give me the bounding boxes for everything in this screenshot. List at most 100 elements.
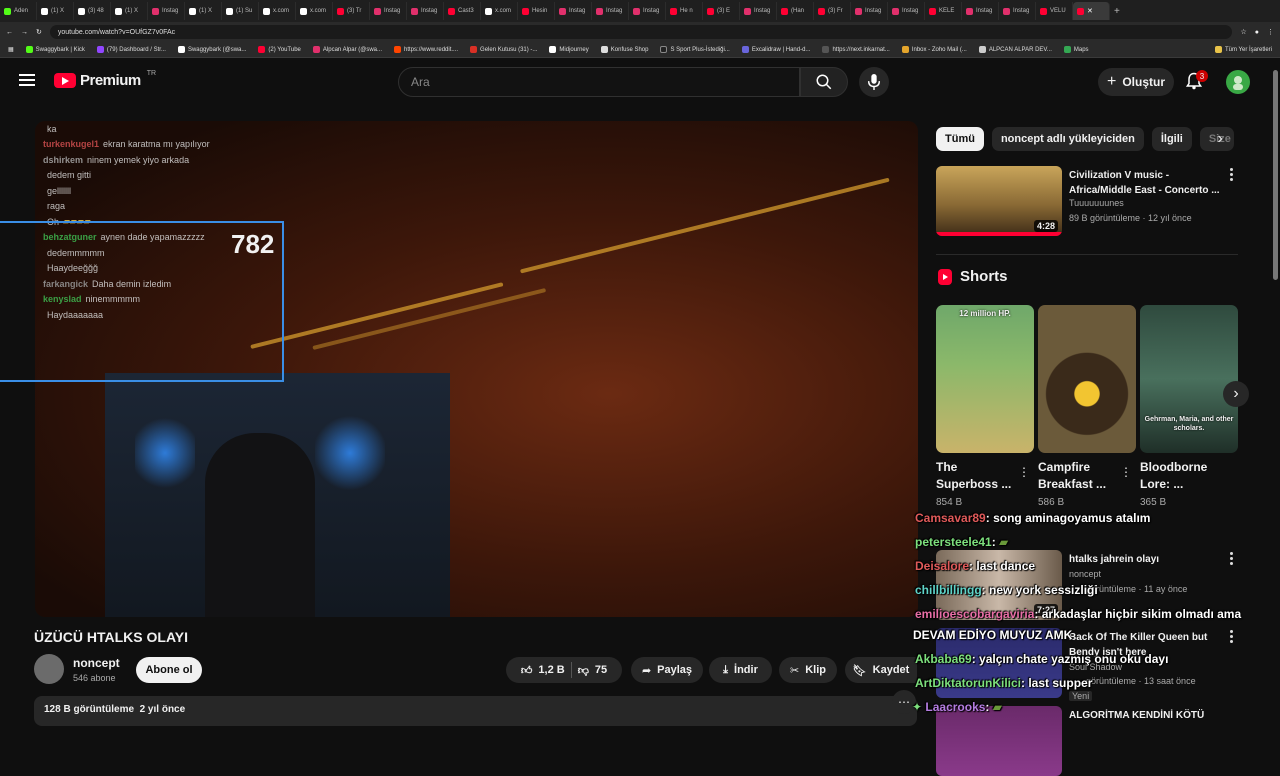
- search-button[interactable]: [800, 67, 848, 97]
- browser-tab[interactable]: (Han: [777, 2, 814, 20]
- bookmark-star-icon[interactable]: ☆: [1240, 28, 1246, 36]
- channel-name[interactable]: noncept: [73, 656, 120, 670]
- bookmark-item[interactable]: Gelen Kutusu (31) -...: [470, 46, 537, 53]
- more-icon[interactable]: [1230, 168, 1234, 182]
- dislike-button[interactable]: 👎︎ 75: [578, 664, 607, 677]
- browser-tab[interactable]: KELE: [925, 2, 962, 20]
- bookmark-item[interactable]: https://next.inkarnat...: [822, 46, 890, 53]
- browser-tab[interactable]: x.com: [259, 2, 296, 20]
- reload-icon[interactable]: ↻: [36, 28, 42, 36]
- browser-tab[interactable]: (3) Tr: [333, 2, 370, 20]
- bookmark-item[interactable]: https://www.reddit....: [394, 46, 458, 53]
- more-icon[interactable]: ⋮: [1120, 465, 1132, 479]
- bookmark-item[interactable]: (2) YouTube: [258, 46, 301, 53]
- short-title[interactable]: Campfire Breakfast ...: [1038, 459, 1118, 493]
- browser-tab[interactable]: Instag: [370, 2, 407, 20]
- profile-icon[interactable]: ●: [1255, 29, 1259, 36]
- chips-next-button[interactable]: ›: [1208, 127, 1232, 151]
- bookmark-item[interactable]: (79) Dashboard / Str...: [96, 46, 166, 53]
- browser-tab[interactable]: Instag: [407, 2, 444, 20]
- address-bar[interactable]: youtube.com/watch?v=OUfGZ7v0FAc: [49, 25, 1233, 39]
- apps-icon[interactable]: ▦: [8, 46, 14, 53]
- voice-search-button[interactable]: [859, 67, 889, 97]
- video-channel[interactable]: noncept: [1069, 569, 1101, 579]
- all-bookmarks[interactable]: Tüm Yer İşaretleri: [1214, 46, 1272, 53]
- browser-tab[interactable]: (1) X: [111, 2, 148, 20]
- chip-from-uploader[interactable]: noncept adlı yükleyiciden: [991, 127, 1144, 151]
- close-tab-icon[interactable]: ✕: [1087, 7, 1093, 15]
- bookmark-item[interactable]: Alpcan Alpar (@swa...: [312, 46, 382, 53]
- bookmark-item[interactable]: Midjourney: [549, 46, 589, 53]
- browser-tab[interactable]: Instag: [148, 2, 185, 20]
- bookmark-item[interactable]: S Sport Plus-İstediği...: [660, 46, 730, 53]
- bookmark-item[interactable]: Excalidraw | Hand-d...: [741, 46, 810, 53]
- like-button[interactable]: 👍︎ 1,2 B: [521, 664, 565, 677]
- browser-tab[interactable]: x.com: [296, 2, 333, 20]
- download-button[interactable]: ⤓ İndir: [709, 657, 772, 683]
- video-title[interactable]: htalks jahrein olayı: [1069, 552, 1224, 567]
- bookmark-item[interactable]: Swaggybark | Kick: [25, 46, 85, 53]
- short-thumbnail[interactable]: 12 million HP.: [936, 305, 1034, 453]
- video-title[interactable]: Civilization V music - Africa/Middle Eas…: [1069, 168, 1224, 198]
- browser-tab[interactable]: Instag: [555, 2, 592, 20]
- browser-tab[interactable]: Instag: [740, 2, 777, 20]
- browser-tab[interactable]: He n: [666, 2, 703, 20]
- browser-tab-active[interactable]: ✕: [1073, 2, 1110, 20]
- browser-tab[interactable]: (1) X: [37, 2, 74, 20]
- search-input[interactable]: Ara: [398, 67, 800, 97]
- channel-avatar[interactable]: [34, 654, 64, 684]
- browser-tab[interactable]: VELU: [1036, 2, 1073, 20]
- browser-tab[interactable]: Cast3: [444, 2, 481, 20]
- page-scrollbar[interactable]: [1273, 70, 1278, 280]
- browser-tab[interactable]: (3) Fr: [814, 2, 851, 20]
- midjourney-icon: [549, 46, 557, 53]
- browser-tab[interactable]: Instag: [962, 2, 999, 20]
- shorts-next-button[interactable]: ›: [1223, 381, 1249, 407]
- bookmark-item[interactable]: Maps: [1063, 46, 1089, 53]
- video-title[interactable]: ALGORİTMA KENDİNİ KÖTÜ: [1069, 708, 1224, 723]
- short-title[interactable]: Bloodborne Lore: ...: [1140, 459, 1220, 493]
- bookmark-item[interactable]: Inbox - Zoho Mail (...: [901, 46, 967, 53]
- recommended-video[interactable]: 4:28 Civilization V music - Africa/Middl…: [936, 166, 1236, 236]
- account-avatar[interactable]: [1226, 70, 1250, 94]
- short-title[interactable]: The Superboss ...: [936, 459, 1016, 493]
- bookmark-item[interactable]: Swaggybark (@swa...: [177, 46, 246, 53]
- video-thumbnail[interactable]: [936, 706, 1062, 776]
- more-icon[interactable]: [1230, 552, 1234, 566]
- save-button[interactable]: 🔖︎ Kaydet: [845, 657, 917, 683]
- browser-tab[interactable]: Instag: [851, 2, 888, 20]
- chip-all[interactable]: Tümü: [936, 127, 984, 151]
- browser-tab[interactable]: Instag: [592, 2, 629, 20]
- menu-icon[interactable]: [19, 74, 35, 86]
- browser-tab[interactable]: (3) E: [703, 2, 740, 20]
- short-thumbnail[interactable]: [1038, 305, 1136, 453]
- browser-tab[interactable]: Aden: [0, 2, 37, 20]
- browser-tab[interactable]: Instag: [999, 2, 1036, 20]
- browser-tab[interactable]: (1) Su: [222, 2, 259, 20]
- clip-button[interactable]: ✂ Klip: [779, 657, 837, 683]
- subscribe-button[interactable]: Abone ol: [136, 657, 202, 683]
- video-thumbnail[interactable]: 4:28: [936, 166, 1062, 236]
- bookmark-item[interactable]: ALPCAN ALPAR DEV...: [978, 46, 1052, 53]
- chip-related[interactable]: İlgili: [1151, 127, 1192, 151]
- recommended-video[interactable]: ALGORİTMA KENDİNİ KÖTÜ: [936, 706, 1236, 776]
- more-icon[interactable]: [1230, 630, 1234, 644]
- browser-tab[interactable]: (1) X: [185, 2, 222, 20]
- new-tab-button[interactable]: +: [1110, 2, 1130, 20]
- more-icon[interactable]: ⋮: [1018, 465, 1030, 479]
- share-button[interactable]: ➦ Paylaş: [631, 657, 703, 683]
- short-thumbnail[interactable]: Gehrman, Maria, and other scholars.: [1140, 305, 1238, 453]
- video-channel[interactable]: Tuuuuuuunes: [1069, 198, 1124, 208]
- forward-icon[interactable]: →: [21, 29, 28, 36]
- browser-menu-icon[interactable]: ⋮: [1267, 28, 1274, 36]
- description-box[interactable]: 128 B görüntüleme 2 yıl önce: [34, 696, 917, 726]
- back-icon[interactable]: ←: [6, 29, 13, 36]
- browser-tab[interactable]: Instag: [629, 2, 666, 20]
- create-button[interactable]: + Oluştur: [1098, 68, 1174, 96]
- bookmark-item[interactable]: Konfuse Shop: [600, 46, 648, 53]
- browser-tab[interactable]: Instag: [888, 2, 925, 20]
- browser-tab[interactable]: Hesin: [518, 2, 555, 20]
- browser-tab[interactable]: (3) 48: [74, 2, 111, 20]
- youtube-logo[interactable]: Premium TR: [54, 70, 156, 89]
- browser-tab[interactable]: x.com: [481, 2, 518, 20]
